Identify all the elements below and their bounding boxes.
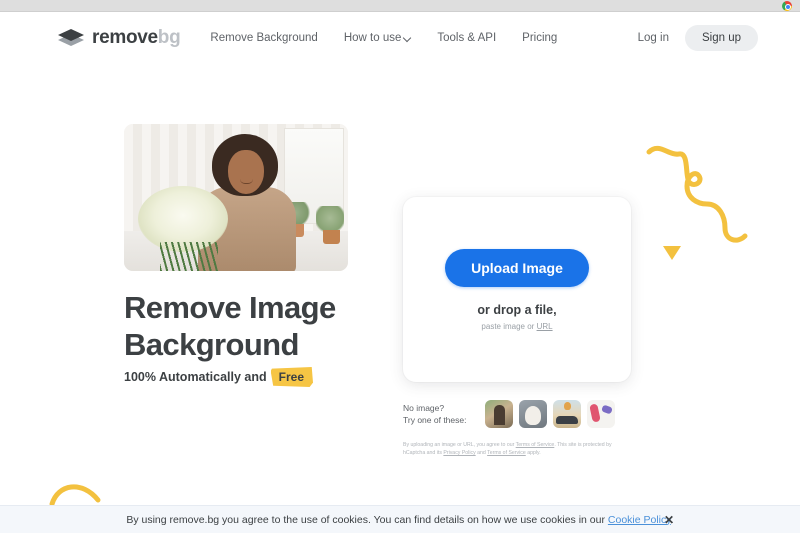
nav-item-how-to-use[interactable]: How to use <box>344 32 412 44</box>
sample-dog[interactable] <box>519 400 547 428</box>
layers-diamond-icon <box>58 28 84 48</box>
paste-url-text: paste image or URL <box>481 322 552 331</box>
browser-toolbar <box>0 0 800 12</box>
login-link[interactable]: Log in <box>638 32 669 44</box>
cookie-text-prefix: By using remove.bg you agree to the use … <box>126 513 608 526</box>
nav-label: Tools & API <box>437 32 497 44</box>
signup-button[interactable]: Sign up <box>684 25 758 51</box>
logo-secondary: bg <box>157 27 181 48</box>
logo-primary: remove <box>92 27 158 48</box>
legal-text-3: and <box>475 450 488 456</box>
samples-line-2: Try one of these: <box>403 415 467 425</box>
privacy-policy-link[interactable]: Privacy Policy <box>443 450 475 456</box>
sample-car[interactable] <box>553 400 581 428</box>
upload-card[interactable]: Upload Image or drop a file, paste image… <box>403 197 631 382</box>
hero-subtitle: 100% Automatically and Free <box>124 367 313 387</box>
logo-text: removebg <box>92 27 181 49</box>
main-nav: Remove Background How to use Tools & API… <box>210 32 557 44</box>
nav-item-remove-background[interactable]: Remove Background <box>210 32 317 44</box>
headline-line-1: Remove Image <box>124 290 336 325</box>
hero-subtitle-text: 100% Automatically and <box>124 370 267 384</box>
chrome-icon[interactable] <box>782 1 792 11</box>
sample-images-section: No image? Try one of these: <box>403 400 631 428</box>
sample-thumbnails <box>485 400 615 428</box>
samples-label: No image? Try one of these: <box>403 402 483 426</box>
sample-product[interactable] <box>587 400 615 428</box>
cookie-policy-link[interactable]: Cookie Policy <box>608 514 671 526</box>
legal-disclaimer: By uploading an image or URL, you agree … <box>403 441 631 457</box>
upload-image-button[interactable]: Upload Image <box>445 248 589 287</box>
cookie-banner: By using remove.bg you agree to the use … <box>0 505 800 533</box>
yellow-squiggle-icon <box>646 145 748 243</box>
chevron-down-icon <box>404 35 411 42</box>
page-title: Remove Image Background <box>124 289 424 363</box>
terms-of-service-link-1[interactable]: Terms of Service <box>516 442 555 448</box>
legal-text-4: apply. <box>525 450 541 456</box>
nav-item-tools-api[interactable]: Tools & API <box>437 32 496 44</box>
header-actions: Log in Sign up <box>638 25 758 51</box>
hero-photo <box>124 124 348 271</box>
free-badge: Free <box>270 367 313 387</box>
samples-line-1: No image? <box>403 403 445 413</box>
url-link[interactable]: URL <box>537 322 553 331</box>
logo[interactable]: removebg <box>58 27 181 49</box>
site-header: removebg Remove Background How to use To… <box>0 12 800 64</box>
terms-of-service-link-2[interactable]: Terms of Service <box>487 450 526 456</box>
nav-item-pricing[interactable]: Pricing <box>522 32 557 44</box>
nav-label: Pricing <box>522 32 558 44</box>
yellow-triangle-icon <box>663 246 681 260</box>
cookie-banner-text: By using remove.bg you agree to the use … <box>126 514 673 526</box>
drop-file-text: or drop a file, <box>477 302 557 317</box>
headline-line-2: Background <box>124 327 299 362</box>
legal-text-1: By uploading an image or URL, you agree … <box>403 442 516 448</box>
nav-label: How to use <box>343 32 402 44</box>
close-icon[interactable]: ✕ <box>664 513 674 527</box>
page-root: removebg Remove Background How to use To… <box>0 0 800 533</box>
sample-person[interactable] <box>485 400 513 428</box>
paste-prefix: paste image or <box>481 321 537 331</box>
nav-label: Remove Background <box>210 32 318 44</box>
